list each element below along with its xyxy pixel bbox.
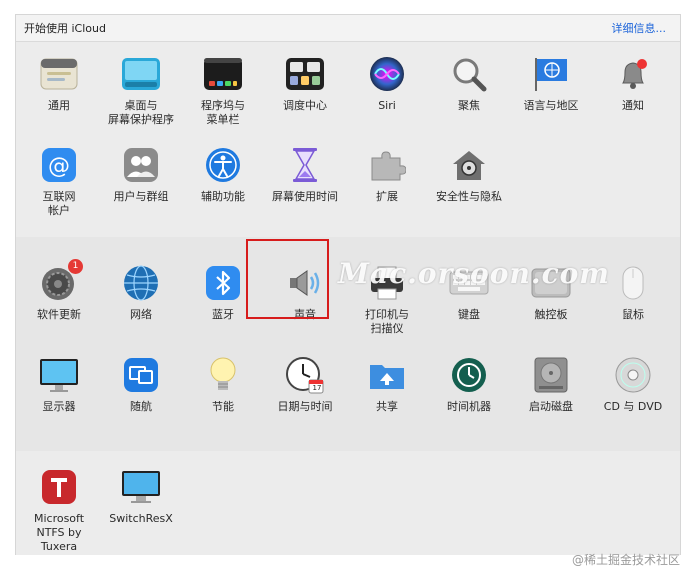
pref-label: 触控板 (534, 308, 568, 321)
pref-users-groups[interactable]: 用户与群组 (100, 145, 182, 204)
time-machine-icon (449, 355, 489, 395)
details-link[interactable]: 详细信息... (612, 20, 667, 36)
pref-label: 打印机与 扫描仪 (365, 308, 409, 335)
pref-dock-menubar[interactable]: 程序坞与 菜单栏 (182, 54, 264, 127)
pref-label: SwitchResX (109, 512, 173, 525)
dock-menubar-icon (203, 54, 243, 94)
lightbulb-icon (203, 355, 243, 395)
pref-general[interactable]: 通用 (18, 54, 100, 113)
pref-displays[interactable]: 显示器 (18, 355, 100, 414)
pref-startup-disk[interactable]: 启动磁盘 (510, 355, 592, 414)
pref-label: 桌面与 屏幕保护程序 (108, 99, 174, 126)
pref-label: 屏幕使用时间 (272, 190, 338, 203)
sidecar-icon (121, 355, 161, 395)
sound-highlight-box (246, 239, 329, 319)
pref-label: 随航 (130, 400, 152, 413)
notification-bell-icon (613, 54, 653, 94)
pref-desktop-screensaver[interactable]: 桌面与 屏幕保护程序 (100, 54, 182, 127)
at-sign-icon: @ (39, 145, 79, 185)
pref-label: 时间机器 (447, 400, 491, 413)
mouse-icon (613, 263, 653, 303)
pref-siri[interactable]: Siri (346, 54, 428, 113)
pref-spotlight[interactable]: 聚焦 (428, 54, 510, 113)
mission-control-icon (285, 54, 325, 94)
pref-energy-saver[interactable]: 节能 (182, 355, 264, 414)
pref-mission-control[interactable]: 调度中心 (264, 54, 346, 113)
clock-calendar-icon: 17 (285, 355, 325, 395)
pref-language-region[interactable]: 语言与地区 (510, 54, 592, 113)
pref-label: 显示器 (42, 400, 76, 413)
general-icon (39, 54, 79, 94)
sharing-folder-icon (367, 355, 407, 395)
pref-label: 扩展 (376, 190, 398, 203)
bluetooth-icon (203, 263, 243, 303)
pref-accessibility[interactable]: 辅助功能 (182, 145, 264, 204)
pref-label: Microsoft NTFS by Tuxera (33, 512, 85, 553)
pref-extensions[interactable]: 扩展 (346, 145, 428, 204)
pref-security-privacy[interactable]: 安全性与隐私 (428, 145, 510, 204)
pref-notifications[interactable]: 通知 (592, 54, 674, 113)
pref-label: 日期与时间 (277, 400, 333, 413)
pref-label: 程序坞与 菜单栏 (201, 99, 245, 126)
security-house-icon (449, 145, 489, 185)
pref-label: 鼠标 (622, 308, 644, 321)
section-other: Microsoft NTFS by Tuxera SwitchResX (16, 451, 680, 555)
pref-label: 安全性与隐私 (436, 190, 502, 203)
pref-sharing[interactable]: 共享 (346, 355, 428, 414)
pref-microsoft-ntfs[interactable]: Microsoft NTFS by Tuxera (18, 467, 100, 554)
watermark: Mac.orsoon.com (338, 257, 610, 290)
switchresx-monitor-icon (121, 467, 161, 507)
language-flag-icon (531, 54, 571, 94)
puzzle-piece-icon (367, 145, 407, 185)
users-groups-icon (121, 145, 161, 185)
pref-software-update[interactable]: 1 软件更新 (18, 259, 100, 322)
top-bar: 开始使用 iCloud 详细信息... (16, 15, 680, 42)
pref-cd-dvd[interactable]: CD 与 DVD (592, 355, 674, 414)
pref-label: Siri (378, 99, 396, 112)
pref-label: 通用 (48, 99, 70, 112)
pref-sidecar[interactable]: 随航 (100, 355, 182, 414)
hourglass-icon (285, 145, 325, 185)
icloud-setup-label: 开始使用 iCloud (24, 22, 106, 35)
pref-label: 软件更新 (37, 308, 81, 321)
pref-label: 用户与群组 (113, 190, 169, 203)
software-update-gear-icon: 1 (39, 259, 83, 303)
network-globe-icon (121, 263, 161, 303)
accessibility-icon (203, 145, 243, 185)
pref-switchresx[interactable]: SwitchResX (100, 467, 182, 526)
siri-icon (367, 54, 407, 94)
display-monitor-icon (39, 355, 79, 395)
pref-label: 互联网 帐户 (42, 190, 76, 217)
pref-label: 键盘 (458, 308, 480, 321)
pref-label: 调度中心 (283, 99, 327, 112)
pref-label: 聚焦 (458, 99, 480, 112)
pref-label: 辅助功能 (201, 190, 245, 203)
pref-label: 节能 (212, 400, 234, 413)
pref-label: 启动磁盘 (529, 400, 573, 413)
credit-text: @稀土掘金技术社区 (571, 553, 680, 567)
pref-internet-accounts[interactable]: @ 互联网 帐户 (18, 145, 100, 218)
pref-label: CD 与 DVD (603, 400, 663, 413)
pref-label: 通知 (622, 99, 644, 112)
pref-date-time[interactable]: 17 日期与时间 (264, 355, 346, 414)
cd-disc-icon (613, 355, 653, 395)
update-badge: 1 (68, 259, 83, 274)
pref-network[interactable]: 网络 (100, 263, 182, 322)
svg-text:@: @ (48, 154, 70, 179)
calendar-day: 17 (312, 384, 322, 392)
pref-time-machine[interactable]: 时间机器 (428, 355, 510, 414)
pref-screen-time[interactable]: 屏幕使用时间 (264, 145, 346, 204)
spotlight-magnifier-icon (449, 54, 489, 94)
pref-label: 共享 (376, 400, 398, 413)
pref-label: 语言与地区 (523, 99, 579, 112)
section-personal: 通用 桌面与 屏幕保护程序 程序坞与 菜单栏 调度中心 Siri 聚焦 语言与地… (16, 42, 680, 238)
desktop-screensaver-icon (121, 54, 161, 94)
pref-label: 网络 (130, 308, 152, 321)
startup-disk-icon (531, 355, 571, 395)
tuxera-t-icon (39, 467, 79, 507)
